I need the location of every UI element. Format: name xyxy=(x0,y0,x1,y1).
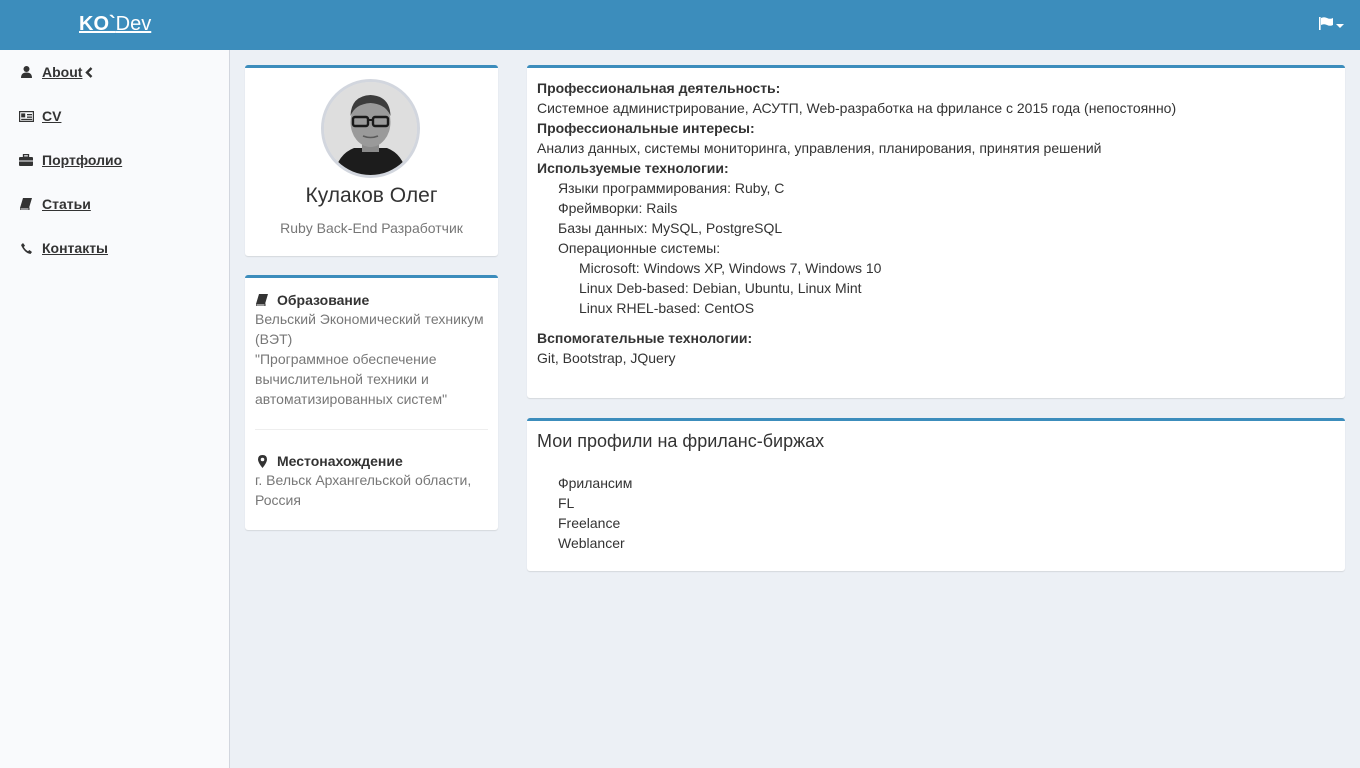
os-item: Linux RHEL-based: CentOS xyxy=(579,300,755,316)
sidebar-item-about[interactable]: About xyxy=(18,62,93,82)
freelance-profile-link[interactable]: Freelance xyxy=(558,513,620,533)
freelance-profile-link[interactable]: Weblancer xyxy=(558,533,625,553)
sidebar-item-label: CV xyxy=(42,108,62,124)
professional-info-card: Профессиональная деятельность: Системное… xyxy=(527,65,1345,398)
profile-role: Ruby Back-End Разработчик xyxy=(280,220,463,236)
flag-icon xyxy=(1319,17,1333,33)
education-title: Образование xyxy=(277,292,370,308)
technology-item: Фреймворки: Rails xyxy=(558,200,678,216)
language-dropdown[interactable] xyxy=(1319,17,1344,33)
education-text: Вельский Экономический техникум (ВЭТ) "П… xyxy=(255,309,490,409)
education-line: (ВЭТ) xyxy=(255,331,293,347)
divider xyxy=(255,429,488,430)
activity-text: Системное администрирование, АСУТП, Web-… xyxy=(537,100,1177,116)
sidebar-item-label: Портфолио xyxy=(42,152,123,168)
sidebar-item-contacts[interactable]: Контакты xyxy=(18,238,108,258)
profile-name: Кулаков Олег xyxy=(305,184,438,207)
chevron-down-icon xyxy=(1336,24,1344,28)
avatar xyxy=(321,79,420,178)
location-line: г. Вельск Архангельской области, xyxy=(255,472,472,488)
education-line: автоматизированных систем" xyxy=(255,391,448,407)
technology-item: Языки программирования: Ruby, C xyxy=(558,180,785,196)
sidebar-item-label: Статьи xyxy=(42,196,91,212)
location-line: Россия xyxy=(255,492,301,508)
location-text: г. Вельск Архангельской области, Россия xyxy=(255,470,490,510)
technologies-label: Используемые технологии: xyxy=(537,160,729,176)
location-heading: Местонахождение xyxy=(255,453,403,469)
education-line: "Программное обеспечение xyxy=(255,351,437,367)
book-icon xyxy=(255,294,269,306)
phone-icon xyxy=(18,242,34,254)
brand-bold-text: KO` xyxy=(79,13,116,35)
technology-item: Базы данных: MySQL, PostgreSQL xyxy=(558,220,783,236)
brand-logo-link[interactable]: KO`Dev xyxy=(79,13,151,36)
interests-text: Анализ данных, системы мониторинга, упра… xyxy=(537,140,1102,156)
map-marker-icon xyxy=(255,454,269,468)
os-item: Linux Deb-based: Debian, Ubuntu, Linux M… xyxy=(579,280,862,296)
os-item: Microsoft: Windows XP, Windows 7, Window… xyxy=(579,260,882,276)
location-title: Местонахождение xyxy=(277,453,403,469)
freelance-profiles-card: Мои профили на фриланс-биржах Фрилансим … xyxy=(527,418,1345,571)
education-line: Вельский Экономический техникум xyxy=(255,311,484,327)
book-icon xyxy=(18,198,34,210)
technology-item: Операционные системы: xyxy=(558,240,721,256)
sidebar-item-articles[interactable]: Статьи xyxy=(18,194,91,214)
freelance-profile-link[interactable]: FL xyxy=(558,493,574,513)
auxiliary-technologies-text: Git, Bootstrap, JQuery xyxy=(537,350,676,366)
activity-label: Профессиональная деятельность: xyxy=(537,80,781,96)
interests-label: Профессиональные интересы: xyxy=(537,120,755,136)
auxiliary-technologies-label: Вспомогательные технологии: xyxy=(537,330,753,346)
freelance-profiles-title: Мои профили на фриланс-биржах xyxy=(537,431,825,451)
education-heading: Образование xyxy=(255,292,369,308)
sidebar-item-portfolio[interactable]: Портфолио xyxy=(18,150,122,170)
sidebar: About CV Портфолио Статьи Контакты xyxy=(0,50,230,768)
profile-card: Кулаков Олег Ruby Back-End Разработчик xyxy=(245,65,498,256)
chevron-left-icon xyxy=(85,66,93,78)
education-line: вычислительной техники и xyxy=(255,371,429,387)
briefcase-icon xyxy=(18,154,34,166)
freelance-profile-link[interactable]: Фрилансим xyxy=(558,473,632,493)
about-info-card: Образование Вельский Экономический техни… xyxy=(245,275,498,530)
top-navbar: KO`Dev xyxy=(0,0,1360,50)
sidebar-item-label: Контакты xyxy=(42,240,109,256)
brand-text: Dev xyxy=(115,13,152,35)
user-icon xyxy=(18,66,34,78)
sidebar-item-cv[interactable]: CV xyxy=(18,106,61,126)
id-card-icon xyxy=(18,110,34,122)
sidebar-item-label: About xyxy=(42,64,83,80)
